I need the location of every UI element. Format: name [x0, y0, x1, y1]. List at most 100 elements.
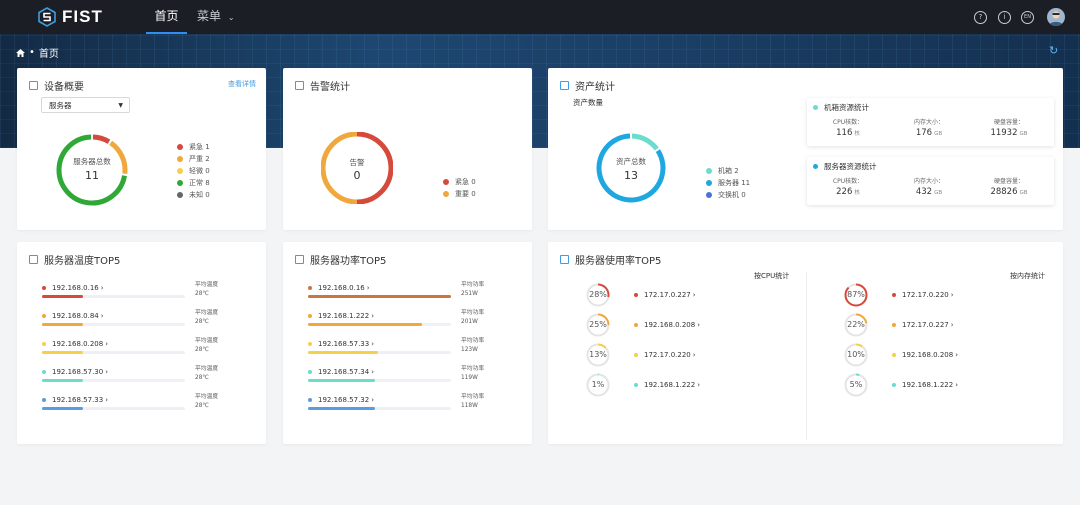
- bar-metric: 平均温度 28℃: [195, 393, 218, 411]
- metric-label: 平均温度: [195, 310, 219, 316]
- server-ip-link[interactable]: 192.168.1.222 ›: [892, 381, 958, 389]
- server-ip: 172.17.0.227: [902, 321, 949, 329]
- chevron-right-icon: ›: [955, 381, 959, 389]
- chevron-right-icon: ›: [371, 396, 375, 404]
- breadcrumb-separator: •: [29, 47, 35, 58]
- usage-top5-title: 服务器使用率TOP5: [575, 256, 662, 267]
- server-ip-link[interactable]: 192.168.1.222 ›: [308, 312, 374, 320]
- server-ip-link[interactable]: 192.168.0.208 ›: [892, 351, 958, 359]
- stat-unit: GB: [1019, 190, 1028, 196]
- metric-value: 201W: [461, 319, 478, 325]
- caret-down-icon: ▼: [118, 102, 123, 109]
- bar-fill: [42, 323, 84, 326]
- metric-value: 28℃: [195, 347, 209, 353]
- server-memory-stat: 内存大小： 432 GB: [894, 176, 964, 197]
- help-icon[interactable]: ?: [974, 11, 987, 24]
- bar-fill: [42, 295, 84, 298]
- info-icon[interactable]: i: [998, 11, 1011, 24]
- server-ip-link[interactable]: 192.168.0.208 ›: [634, 321, 700, 329]
- chevron-right-icon: ›: [100, 284, 104, 292]
- legend-label: 紧急 0: [455, 178, 476, 186]
- alarm-legend: 紧急 0 重要 0: [443, 176, 476, 200]
- view-details-link[interactable]: 查看详情: [228, 79, 256, 89]
- series-dot: [892, 353, 896, 357]
- usage-percent: 5%: [849, 380, 863, 389]
- refresh-icon[interactable]: ↻: [1049, 44, 1058, 57]
- server-ip-link[interactable]: 172.17.0.227 ›: [634, 291, 696, 299]
- chevron-right-icon: ›: [371, 368, 375, 376]
- series-dot: [634, 323, 638, 327]
- legend-item-switch: 交换机 0: [706, 189, 750, 201]
- series-dot: [308, 314, 312, 318]
- home-icon[interactable]: [16, 48, 25, 57]
- stat-label: 内存大小：: [913, 178, 944, 185]
- usage-ring: 22%: [844, 313, 868, 337]
- metric-value: 28℃: [195, 403, 209, 409]
- device-legend: 紧急 1 严重 2 轻微 0 正常 8 未知 0: [177, 141, 210, 201]
- server-resource-box: 服务器资源统计 CPU核数： 226 核 内存大小： 432 GB 硬盘容量： 28…: [807, 157, 1054, 205]
- asset-legend: 机箱 2 服务器 11 交换机 0: [706, 165, 750, 201]
- language-icon[interactable]: EN: [1021, 11, 1034, 24]
- chevron-right-icon: ›: [950, 291, 954, 299]
- server-ip-link[interactable]: 192.168.1.222 ›: [634, 381, 700, 389]
- bar-track: [42, 323, 185, 326]
- power-top5-card: 服务器功率TOP5 192.168.0.16 › 平均功率 251W 192.168.…: [283, 242, 532, 444]
- nav-menu[interactable]: 菜单 ⌄: [197, 0, 235, 34]
- nav-home[interactable]: 首页: [146, 0, 187, 34]
- legend-label: 服务器 11: [718, 179, 751, 187]
- server-ip: 192.168.0.208: [644, 321, 696, 329]
- legend-item-unknown: 未知 0: [177, 189, 210, 201]
- legend-label: 交换机 0: [718, 191, 746, 199]
- device-type-select[interactable]: 服务器 ▼: [41, 97, 130, 113]
- server-ip-link[interactable]: 192.168.57.33 ›: [42, 396, 108, 404]
- legend-item-chassis: 机箱 2: [706, 165, 750, 177]
- usage-ring: 10%: [844, 343, 868, 367]
- donut-center-label: 资产总数: [616, 157, 646, 166]
- usage-percent: 13%: [589, 350, 607, 359]
- donut-segment-important: [321, 132, 358, 204]
- stat-value: 116: [836, 128, 853, 138]
- bar-metric: 平均温度 28℃: [195, 365, 218, 383]
- server-ip-link[interactable]: 192.168.57.32 ›: [308, 396, 374, 404]
- bar-track: [308, 407, 451, 410]
- asset-stats-title: 资产统计: [575, 82, 615, 93]
- logo-icon: [38, 7, 56, 27]
- card-title: 告警统计: [295, 78, 350, 93]
- metric-value: 28℃: [195, 291, 209, 297]
- stat-label: CPU核数：: [832, 119, 864, 126]
- nav-menu-label: 菜单: [197, 9, 222, 23]
- legend-item-urgent: 紧急 1: [177, 141, 210, 153]
- bar-track: [308, 323, 451, 326]
- legend-item-serious: 严重 2: [177, 153, 210, 165]
- stat-value: 11932: [990, 128, 1018, 138]
- server-ip-link[interactable]: 192.168.57.30 ›: [42, 368, 108, 376]
- usage-ring: 87%: [844, 283, 868, 307]
- series-dot: [308, 370, 312, 374]
- server-ip-link[interactable]: 192.168.0.16 ›: [308, 284, 370, 292]
- server-icon: [29, 81, 38, 90]
- server-ip-link[interactable]: 192.168.0.208 ›: [42, 340, 108, 348]
- server-ip-link[interactable]: 172.17.0.220 ›: [892, 291, 954, 299]
- stat-title-text: 服务器资源统计: [824, 162, 877, 171]
- device-overview-card: 设备概要 查看详情 服务器 ▼ 服务器总数 11 紧急 1 严重 2 轻微 0 …: [17, 68, 266, 230]
- device-type-select-value: 服务器: [49, 101, 72, 110]
- server-ip-link[interactable]: 172.17.0.220 ›: [634, 351, 696, 359]
- server-ip-link[interactable]: 192.168.0.16 ›: [42, 284, 104, 292]
- bar-metric: 平均功率 123W: [461, 337, 484, 355]
- card-title: 服务器使用率TOP5: [560, 252, 661, 267]
- series-dot: [42, 370, 46, 374]
- bar-fill: [308, 407, 376, 410]
- user-avatar-icon: [1049, 11, 1063, 26]
- chevron-down-icon: ⌄: [227, 13, 235, 22]
- usage-percent: 25%: [589, 320, 607, 329]
- server-ip-link[interactable]: 192.168.57.34 ›: [308, 368, 374, 376]
- server-ip-link[interactable]: 192.168.0.84 ›: [42, 312, 104, 320]
- metric-value: 28℃: [195, 375, 209, 381]
- server-ip: 172.17.0.220: [902, 291, 949, 299]
- bar-track: [42, 351, 185, 354]
- avatar[interactable]: [1047, 8, 1065, 26]
- bar-metric: 平均功率 119W: [461, 365, 484, 383]
- logo[interactable]: FIST: [38, 7, 103, 27]
- server-ip-link[interactable]: 172.17.0.227 ›: [892, 321, 954, 329]
- server-ip-link[interactable]: 192.168.57.33 ›: [308, 340, 374, 348]
